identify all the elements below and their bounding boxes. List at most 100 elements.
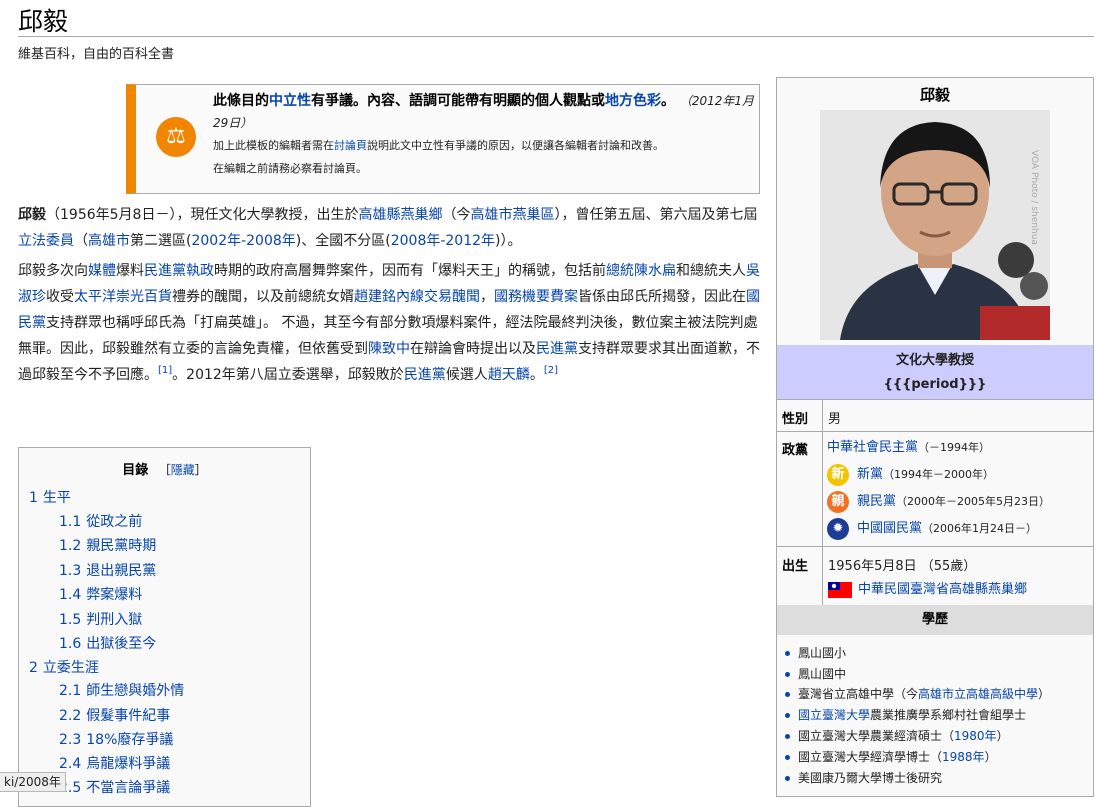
pfp-logo-icon: 親	[827, 490, 849, 513]
education-link[interactable]: 1980年	[954, 729, 997, 743]
link-dpp-2[interactable]: 民進黨	[536, 341, 578, 357]
toc-item-label: 出獄後至今	[86, 636, 157, 652]
toc-item-number: 1.1	[59, 514, 82, 530]
gender-value: 男	[828, 412, 842, 427]
party-link[interactable]: 中華社會民主黨	[827, 440, 918, 455]
toc-item-label: 弊案爆料	[86, 587, 143, 603]
born-label: 出生	[782, 559, 809, 574]
link-kaohsiung-city[interactable]: 高雄市	[88, 233, 130, 249]
link-born-place[interactable]: 中華民國臺灣省高雄縣燕巢鄉	[858, 582, 1027, 597]
link-yanchao-district[interactable]: 高雄市燕巢區	[470, 207, 554, 223]
born-place[interactable]: 中華民國臺灣省高雄縣燕巢鄉	[828, 578, 1027, 598]
notice-line-3: 在編輯之前請務必察看討論頁。	[213, 162, 367, 175]
toc-item-number: 2.1	[59, 683, 82, 699]
toc-item-label: 判刑入獄	[86, 612, 143, 628]
link-pacific-sogo[interactable]: 太平洋崇光百貨	[74, 289, 172, 305]
toc-item-label: 不當言論爭議	[86, 780, 171, 796]
toc-item-number: 2.2	[59, 708, 82, 724]
toc-item-number: 1	[29, 490, 38, 506]
party-period: （－1994年）	[918, 441, 991, 454]
position-title: 文化大學教授	[895, 353, 974, 368]
kmt-sun-icon: ✹	[827, 517, 849, 540]
toc-item[interactable]: 2.4 烏龍爆料爭議	[59, 754, 170, 774]
party-label: 政黨	[782, 443, 809, 458]
toc-item[interactable]: 2 立委生涯	[29, 658, 99, 678]
photo-watermark: VOA Photo / shenhua	[1029, 150, 1039, 245]
portrait-illustration: VOA Photo / shenhua	[820, 110, 1050, 340]
born-date: 1956年5月8日 （55歲）	[828, 559, 977, 574]
education-link[interactable]: 高雄市立高雄高級中學	[918, 687, 1038, 701]
party-period: （2000年－2005年5月23日）	[896, 495, 1050, 508]
gender-label: 性別	[782, 412, 809, 427]
toc-item-number: 1.4	[59, 587, 82, 603]
toc-item[interactable]: 1.6 出獄後至今	[59, 634, 156, 654]
link-dpp[interactable]: 民進黨	[144, 263, 186, 279]
link-legislator[interactable]: 立法委員	[18, 233, 74, 249]
toc-item[interactable]: 1.4 弊案爆料	[59, 585, 142, 605]
toc-item[interactable]: 2.3 18%廢存爭議	[59, 730, 173, 750]
link-president[interactable]: 總統	[606, 263, 634, 279]
infobox-caption: 邱毅	[919, 86, 950, 104]
party-period: （2006年1月24日－）	[922, 522, 1038, 535]
reference-2[interactable]: [2]	[544, 365, 558, 376]
party-link[interactable]: 新黨	[857, 467, 883, 482]
toc-item[interactable]: 1.2 親民黨時期	[59, 536, 156, 556]
toc-item-label: 退出親民黨	[86, 563, 157, 579]
toc-item[interactable]: 1.1 從政之前	[59, 512, 142, 532]
scales-icon: ⚖	[156, 117, 196, 157]
link-chen-chih-chung[interactable]: 陳致中	[368, 341, 410, 357]
link-chao-chien-ming[interactable]: 趙建銘	[354, 289, 396, 305]
toc-item-number: 2.4	[59, 756, 82, 772]
party-link[interactable]: 親民黨	[857, 494, 896, 509]
infobox: 邱毅 VOA Photo / shenhua 文化大學教授 {{{period}…	[776, 77, 1094, 797]
toc-item-number: 2.3	[59, 732, 82, 748]
education-item: 美國康乃爾大學博士後研究	[785, 768, 942, 788]
party-entry: ✹ 中國國民黨（2006年1月24日－）	[827, 517, 1037, 541]
link-2008-2012[interactable]: 2008年-2012年	[391, 233, 495, 249]
portrait-photo[interactable]: VOA Photo / shenhua	[820, 110, 1050, 340]
new-party-logo-icon: 新	[827, 463, 849, 486]
neutrality-notice: ⚖ 此條目的中立性有爭議。內容、語調可能帶有明顯的個人觀點或地方色彩。 （201…	[126, 84, 760, 194]
party-link[interactable]: 中國國民黨	[857, 521, 922, 536]
link-2002-2008[interactable]: 2002年-2008年	[191, 233, 295, 249]
toc-title: 目錄	[122, 463, 149, 478]
toc-item-number: 1.2	[59, 538, 82, 554]
toc-item-label: 立委生涯	[42, 660, 99, 676]
education-header: 學歷	[777, 605, 1093, 635]
toc-item-number: 1.3	[59, 563, 82, 579]
toc-item-label: 烏龍爆料爭議	[86, 756, 171, 772]
toc-item[interactable]: 2.2 假髮事件紀事	[59, 706, 170, 726]
toc-item[interactable]: 2.5 不當言論爭議	[59, 778, 170, 798]
education-item: 鳳山國中	[785, 664, 846, 684]
party-period: （1994年－2000年）	[883, 468, 995, 481]
link-governing[interactable]: 執政	[186, 263, 214, 279]
education-item: 國立臺灣大學經濟學博士（1988年）	[785, 747, 997, 767]
education-link[interactable]: 1988年	[942, 750, 985, 764]
browser-status-bar: ki/2008年	[0, 772, 66, 792]
link-kaohsiung-county-yanchao[interactable]: 高雄縣燕巢鄉	[358, 207, 442, 223]
reference-1[interactable]: [1]	[158, 365, 172, 376]
link-media[interactable]: 媒體	[88, 263, 116, 279]
link-neutrality[interactable]: 中立性	[269, 93, 311, 109]
party-entry: 新新黨（1994年－2000年）	[827, 463, 994, 487]
title-divider	[18, 36, 1094, 37]
link-insider-trading[interactable]: 內線交易醜聞	[396, 289, 480, 305]
toc-item[interactable]: 1 生平	[29, 488, 71, 508]
link-local-color[interactable]: 地方色彩	[605, 93, 661, 109]
intro-paragraph: 邱毅（1956年5月8日－），現任文化大學教授，出生於高雄縣燕巢鄉（今高雄市燕巢…	[18, 207, 758, 249]
link-chao-tien-lin[interactable]: 趙天麟	[488, 367, 530, 383]
toc-item-label: 親民黨時期	[86, 538, 157, 554]
toc-item[interactable]: 2.1 師生戀與婚外情	[59, 681, 184, 701]
education-link[interactable]: 國立臺灣大學	[798, 708, 870, 722]
link-talk-page[interactable]: 討論頁	[334, 139, 367, 152]
toc-item[interactable]: 1.5 判刑入獄	[59, 610, 142, 630]
toc-item-label: 18%廢存爭議	[86, 732, 174, 748]
link-state-affairs-fund[interactable]: 國務機要費案	[494, 289, 578, 305]
bullet-icon	[785, 692, 790, 697]
link-dpp-3[interactable]: 民進黨	[404, 367, 446, 383]
toc-item[interactable]: 1.3 退出親民黨	[59, 561, 156, 581]
toc-hide-toggle[interactable]: 隱藏	[171, 463, 195, 477]
education-item: 國立臺灣大學農業經濟碩士（1980年）	[785, 726, 1009, 746]
bullet-icon	[785, 776, 790, 781]
link-chen-shui-bian[interactable]: 陳水扁	[634, 263, 676, 279]
